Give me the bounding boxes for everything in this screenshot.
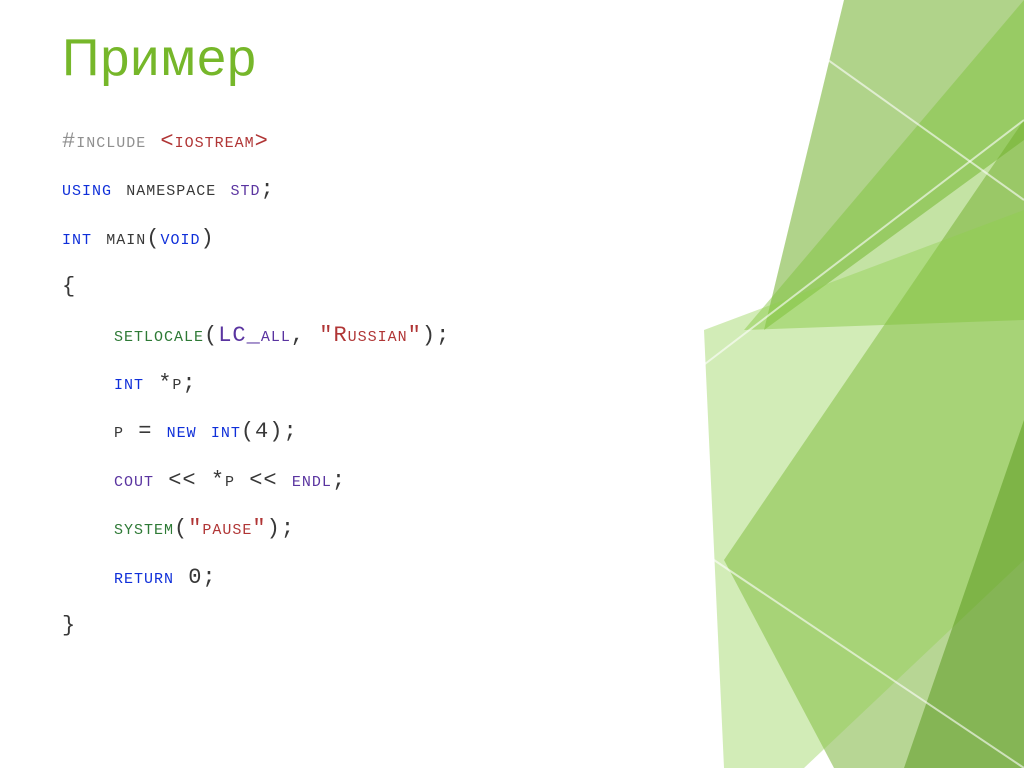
id-std: std <box>230 177 260 202</box>
code-line-7: int *p; <box>62 360 450 408</box>
decor-svg <box>644 0 1024 768</box>
paren2: ( <box>174 516 188 541</box>
fn-system: system <box>114 516 174 541</box>
str-pause: "pause" <box>188 516 266 541</box>
semi: ; <box>260 177 274 202</box>
code-line-9: cout << *p << endl; <box>62 457 450 505</box>
decor-shapes <box>644 0 1024 768</box>
slide-title: Пример <box>62 28 257 88</box>
comma: , <box>291 323 319 348</box>
code-line-11: return 0; <box>62 554 450 602</box>
code-line-4: int main(void) <box>62 215 450 263</box>
const-lcall: LC_all <box>218 323 291 348</box>
id-endl: endl <box>292 468 332 493</box>
kw-using: using <box>62 177 112 202</box>
code-block: #include <iostream> using namespace std;… <box>62 118 450 650</box>
kw-return: return <box>114 565 174 590</box>
str-russian: "Russian" <box>319 323 422 348</box>
code-line-2: using namespace std; <box>62 166 450 214</box>
kw-new: new <box>167 419 197 444</box>
fn-setlocale: setlocale <box>114 323 204 348</box>
brace-open: { <box>62 274 76 299</box>
include-header: <iostream> <box>160 129 268 154</box>
paren: ( <box>204 323 218 348</box>
id-cout: cout <box>114 468 154 493</box>
brace-close: } <box>62 613 76 638</box>
code-line-1: #include <iostream> <box>62 118 450 166</box>
kw-int2: int <box>114 371 144 396</box>
paren-end: ); <box>422 323 450 348</box>
code-line-12: } <box>62 602 450 650</box>
semi2: ; <box>332 468 346 493</box>
txt-namespace: namespace <box>112 177 230 202</box>
paren-end2: ); <box>267 516 295 541</box>
code-line-10: system("pause"); <box>62 505 450 553</box>
kw-void: void <box>160 226 200 251</box>
code-line-5: { <box>62 263 450 311</box>
fn-main: main( <box>92 226 160 251</box>
ptr-decl: *p; <box>144 371 197 396</box>
kw-int: int <box>62 226 92 251</box>
paren-close: ) <box>200 226 214 251</box>
code-line-8: p = new int(4); <box>62 408 450 456</box>
sp <box>197 419 211 444</box>
include-directive: #include <box>62 129 160 154</box>
ret-zero: 0; <box>174 565 217 590</box>
stream-ops: << *p << <box>154 468 292 493</box>
assign: p = <box>114 419 167 444</box>
slide: Пример #include <iostream> using namespa… <box>0 0 1024 768</box>
ctor-arg: (4); <box>241 419 298 444</box>
kw-int3: int <box>211 419 241 444</box>
code-line-6: setlocale(LC_all, "Russian"); <box>62 312 450 360</box>
